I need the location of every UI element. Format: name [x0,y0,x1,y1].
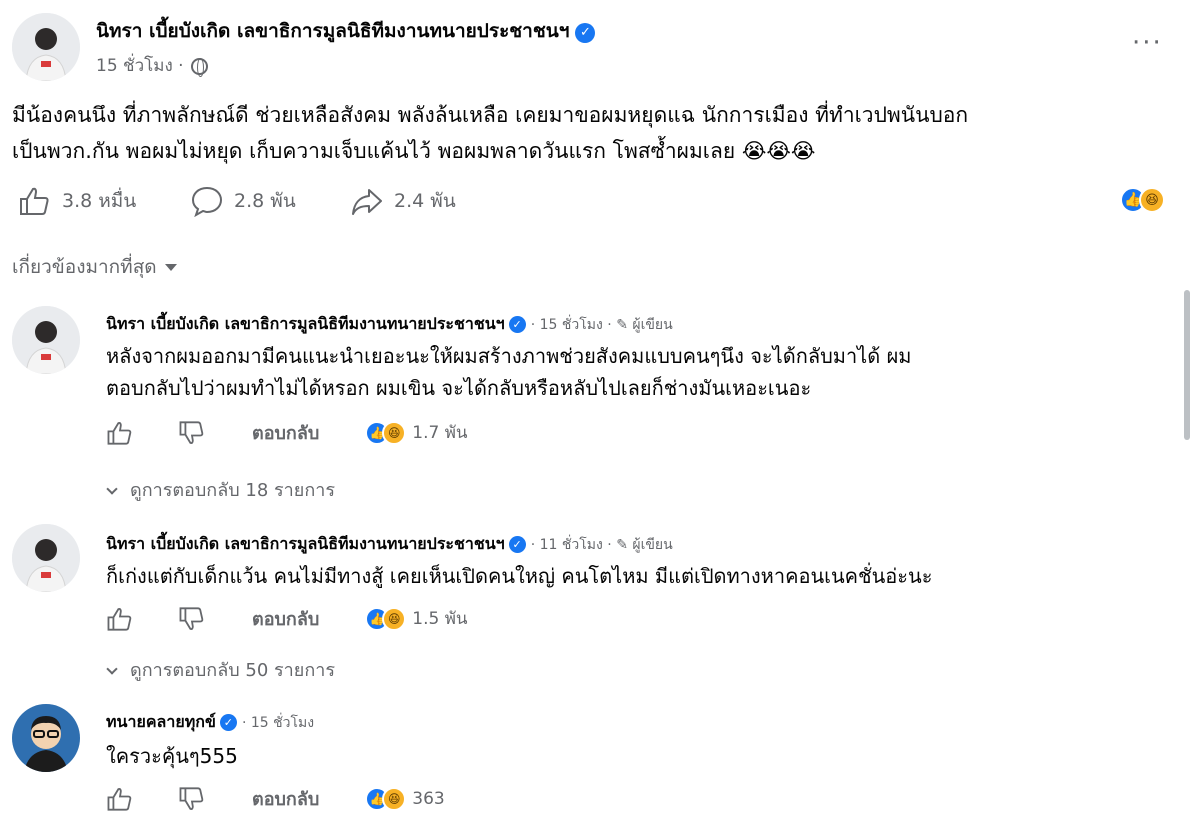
reply-button[interactable]: ตอบกลับ [252,784,319,813]
post-timestamp[interactable]: 15 ชั่วโมง · [96,56,184,76]
post-text-line: เป็นพวก.กัน พอผมไม่หยุด เก็บความเจ็บแค้น… [12,139,816,163]
view-replies-label: ดูการตอบกลับ 18 รายการ [130,480,335,501]
verified-icon: ✓ [508,536,526,553]
comment-meta: · 11 ชั่วโมง · ✎ ผู้เขียน [530,537,673,553]
reply-button[interactable]: ตอบกลับ [252,604,319,633]
like-count: 3.8 หมื่น [62,190,137,212]
comment-text-line: ก็เก่งแต่กับเด็กแว้น คนไม่มีทางสู้ เคยเห… [106,564,933,588]
comment-body: ก็เก่งแต่กับเด็กแว้น คนไม่มีทางสู้ เคยเห… [106,560,1166,592]
reply-button[interactable]: ตอบกลับ [252,418,319,447]
comment-reactions[interactable]: 👍 😆 [365,786,407,811]
scrollbar[interactable] [1184,290,1190,440]
comment-button[interactable]: 2.8 พัน [190,185,296,217]
comment-actions: ตอบกลับ 👍 😆 1.5 พัน [106,604,468,633]
dislike-icon[interactable] [178,605,206,633]
share-button[interactable]: 2.4 พัน [350,185,456,217]
dislike-icon[interactable] [178,785,206,813]
chevron-down-icon [106,483,118,495]
like-icon[interactable] [106,605,134,633]
haha-reaction-icon: 😆 [382,420,407,445]
post-reactions-summary[interactable]: 👍 😆 [1120,187,1165,213]
post-author-avatar[interactable] [12,13,80,81]
share-icon [352,189,382,215]
chevron-down-icon [106,663,118,675]
comment-text-line: ตอบกลับไปว่าผมทำไม่ได้หรอก ผมเขิน จะได้ก… [106,376,812,400]
verified-icon: ✓ [219,714,237,731]
comment-meta: · 15 ชั่วโมง [241,715,315,731]
comment-avatar[interactable] [12,704,80,772]
comment-actions: ตอบกลับ 👍 😆 363 [106,784,445,813]
globe-icon [190,57,208,77]
sort-label: เกี่ยวข้องมากที่สุด [12,256,157,278]
like-icon[interactable] [106,419,134,447]
haha-reaction-icon: 😆 [382,786,407,811]
comment-author-name[interactable]: ทนายคลายทุกข์ [106,712,216,731]
like-icon [20,187,49,215]
share-count: 2.4 พัน [394,190,456,212]
comment-reactions[interactable]: 👍 😆 [365,606,407,631]
post-author-name[interactable]: นิทรา เบี้ยบังเกิด เลขาธิการมูลนิธิทีมงา… [96,20,569,42]
comment-reaction-count: 363 [412,788,445,809]
comment-author-name[interactable]: นิทรา เบี้ยบังเกิด เลขาธิการมูลนิธิทีมงา… [106,534,505,553]
verified-icon: ✓ [575,22,596,43]
like-button[interactable]: 3.8 หมื่น [18,185,136,217]
chevron-down-icon [164,264,177,271]
view-replies-label: ดูการตอบกลับ 50 รายการ [130,660,335,681]
comment-meta: · 15 ชั่วโมง · ✎ ผู้เขียน [530,317,673,333]
comment-actions: ตอบกลับ 👍 😆 1.7 พัน [106,418,468,447]
verified-icon: ✓ [508,316,526,333]
comment-author-name[interactable]: นิทรา เบี้ยบังเกิด เลขาธิการมูลนิธิทีมงา… [106,314,505,333]
post-body: มีน้องคนนึง ที่ภาพลักษณ์ดี ช่วยเหลือสังค… [12,97,1182,169]
comment-avatar[interactable] [12,306,80,374]
haha-reaction-icon: 😆 [1139,187,1165,213]
more-options-button[interactable]: ··· [1132,28,1163,58]
haha-reaction-icon: 😆 [382,606,407,631]
view-replies-button[interactable]: ดูการตอบกลับ 50 รายการ [106,655,335,684]
comment-sort-dropdown[interactable]: เกี่ยวข้องมากที่สุด [12,252,177,282]
like-icon[interactable] [106,785,134,813]
comment-body: หลังจากผมออกมามีคนแนะนำเยอะนะให้ผมสร้างภ… [106,340,1166,404]
comment-reactions[interactable]: 👍 😆 [365,420,407,445]
comment-icon [191,186,223,217]
crying-emoji: 😭😭😭 [741,139,816,163]
post-text-line: มีน้องคนนึง ที่ภาพลักษณ์ดี ช่วยเหลือสังค… [12,103,969,127]
view-replies-button[interactable]: ดูการตอบกลับ 18 รายการ [106,475,335,504]
comment-body: ใครวะคุ้นๆ555 [106,740,1166,772]
dislike-icon[interactable] [178,419,206,447]
comment-count: 2.8 พัน [234,190,296,212]
comment-text-line: ใครวะคุ้นๆ555 [106,744,238,768]
comment-text-line: หลังจากผมออกมามีคนแนะนำเยอะนะให้ผมสร้างภ… [106,344,912,368]
comment-avatar[interactable] [12,524,80,592]
comment-reaction-count: 1.5 พัน [412,609,468,629]
comment-reaction-count: 1.7 พัน [412,423,468,443]
